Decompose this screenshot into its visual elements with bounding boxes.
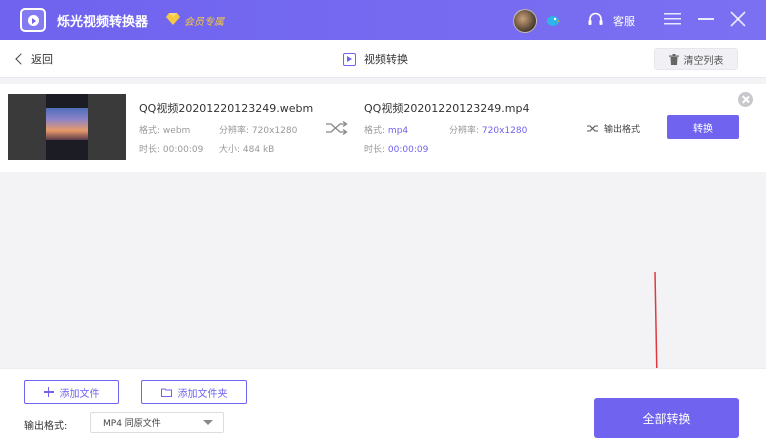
convert-all-button[interactable]: 全部转换	[594, 398, 739, 438]
caret-down-icon	[203, 420, 213, 425]
file-row: QQ视频20201220123249.webm 格式: webm 分辨率: 72…	[0, 84, 766, 172]
close-icon[interactable]	[730, 11, 746, 27]
add-folder-button[interactable]: 添加文件夹	[141, 380, 247, 404]
source-format: 格式: webm	[139, 123, 190, 136]
shuffle-icon	[326, 121, 348, 135]
target-format: 格式: mp4	[364, 123, 408, 136]
source-duration-label: 时长:	[139, 145, 161, 155]
plus-icon	[43, 387, 54, 397]
target-format-value: mp4	[387, 126, 409, 136]
source-resolution-value: 720x1280	[251, 126, 298, 136]
output-format-link[interactable]: 输出格式	[587, 122, 640, 135]
headset-icon[interactable]	[587, 11, 604, 28]
minimize-icon[interactable]	[698, 18, 714, 20]
diamond-icon[interactable]	[166, 13, 180, 25]
source-file-name: QQ视频20201220123249.webm	[139, 102, 314, 115]
shuffle-small-icon	[587, 125, 598, 132]
source-resolution-label: 分辨率:	[219, 126, 250, 136]
target-format-label: 格式:	[364, 126, 386, 136]
page-title: 视频转换	[343, 51, 408, 67]
source-size: 大小: 484 kB	[219, 142, 274, 155]
menu-icon[interactable]	[664, 12, 681, 26]
source-duration: 时长: 00:00:09	[139, 142, 203, 155]
app-logo-icon	[20, 8, 46, 32]
remove-circle-icon[interactable]	[738, 92, 753, 107]
folder-icon	[160, 388, 172, 397]
trash-icon	[668, 53, 679, 65]
sub-header: 返回 视频转换 清空列表	[0, 40, 766, 78]
back-button[interactable]: 返回	[14, 51, 53, 67]
chevron-left-icon	[15, 53, 27, 65]
source-resolution: 分辨率: 720x1280	[219, 123, 297, 136]
title-bar: 烁光视频转换器 会员专属 客服	[0, 0, 766, 40]
source-size-value: 484 kB	[242, 145, 275, 155]
video-thumbnail[interactable]	[8, 94, 126, 160]
output-format-label: 输出格式:	[24, 421, 68, 432]
source-size-label: 大小:	[219, 145, 241, 155]
target-file-name: QQ视频20201220123249.mp4	[364, 102, 530, 115]
play-box-icon	[343, 52, 356, 66]
target-duration-label: 时长:	[364, 145, 386, 155]
add-file-label: 添加文件	[59, 388, 100, 400]
output-format-link-label: 输出格式	[604, 125, 641, 135]
target-duration-value: 00:00:09	[387, 145, 429, 155]
bird-icon[interactable]	[546, 13, 560, 27]
source-format-value: webm	[162, 126, 191, 136]
vip-label[interactable]: 会员专属	[184, 13, 224, 28]
target-resolution-label: 分辨率:	[449, 126, 480, 136]
app-title: 烁光视频转换器	[57, 15, 149, 30]
target-duration: 时长: 00:00:09	[364, 142, 428, 155]
clear-list-label: 清空列表	[683, 55, 724, 67]
source-duration-value: 00:00:09	[162, 145, 204, 155]
source-format-label: 格式:	[139, 126, 161, 136]
target-resolution: 分辨率: 720x1280	[449, 123, 527, 136]
clear-list-button[interactable]: 清空列表	[654, 48, 738, 70]
add-file-button[interactable]: 添加文件	[24, 380, 119, 404]
avatar[interactable]	[513, 9, 537, 33]
convert-button[interactable]: 转换	[667, 115, 739, 139]
output-format-value: MP4 同原文件	[103, 419, 161, 429]
target-resolution-value: 720x1280	[481, 126, 528, 136]
output-format-select[interactable]: MP4 同原文件	[90, 412, 224, 433]
back-label: 返回	[31, 53, 53, 66]
service-label[interactable]: 客服	[613, 13, 635, 29]
page-title-label: 视频转换	[364, 53, 408, 66]
add-folder-label: 添加文件夹	[177, 388, 228, 400]
bottom-bar: 添加文件 添加文件夹 输出格式: MP4 同原文件 全部转换	[0, 368, 766, 447]
